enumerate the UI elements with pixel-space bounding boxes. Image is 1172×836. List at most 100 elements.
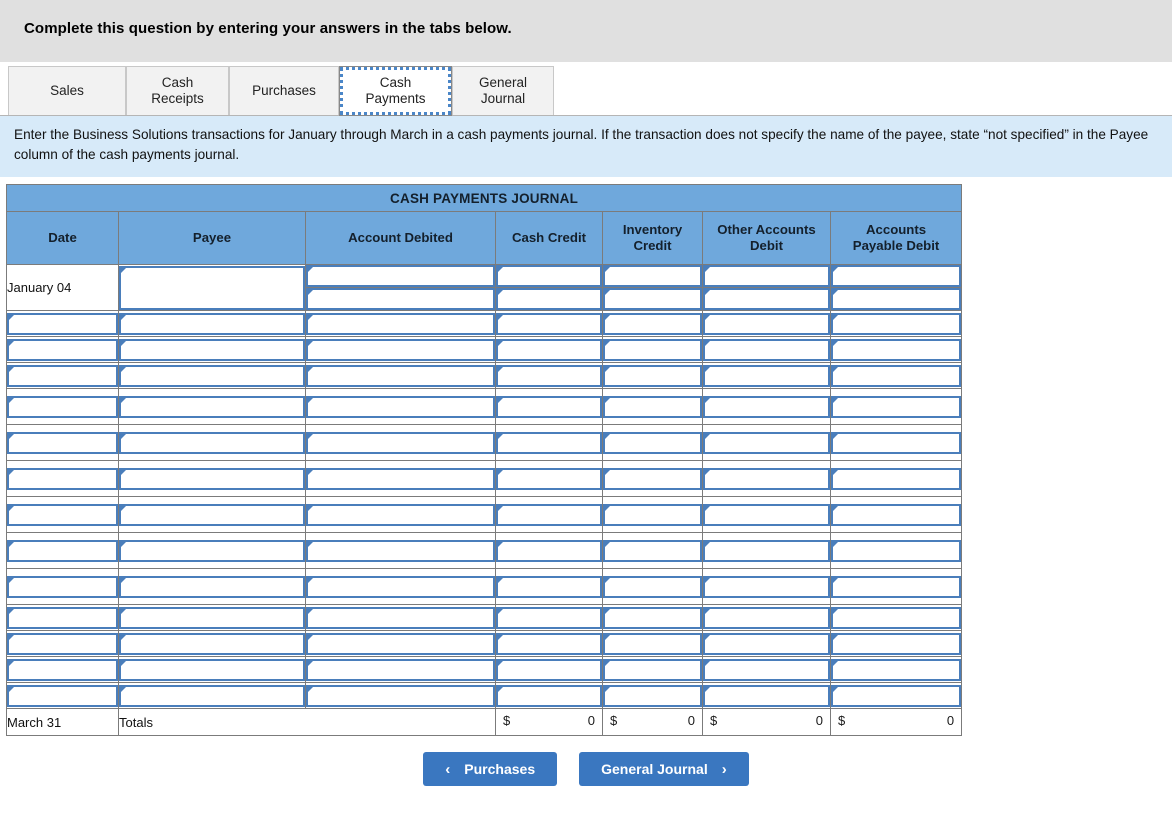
journal-input[interactable] <box>831 312 962 335</box>
journal-input-cell[interactable] <box>305 532 496 569</box>
journal-input-cell[interactable] <box>602 362 703 389</box>
journal-input-cell[interactable] <box>118 310 306 337</box>
journal-input[interactable] <box>119 658 305 681</box>
journal-input[interactable] <box>496 684 602 707</box>
journal-input-cell[interactable] <box>829 310 963 337</box>
journal-input-cell[interactable] <box>602 336 703 363</box>
journal-input[interactable] <box>703 539 830 562</box>
tab-cash-payments[interactable]: Cash Payments <box>339 66 452 116</box>
journal-input[interactable] <box>7 467 118 490</box>
journal-input[interactable] <box>306 312 495 335</box>
journal-input[interactable] <box>7 364 118 387</box>
journal-input-cell[interactable] <box>602 568 703 605</box>
journal-input[interactable] <box>119 338 305 361</box>
journal-input-cell[interactable] <box>495 460 603 497</box>
journal-input-cell[interactable] <box>495 310 603 337</box>
journal-input-cell[interactable] <box>118 460 306 497</box>
journal-input[interactable] <box>496 265 602 287</box>
journal-input[interactable] <box>603 338 702 361</box>
journal-input-cell[interactable] <box>602 310 703 337</box>
journal-input-cell[interactable] <box>118 388 306 425</box>
journal-input-cell[interactable] <box>829 424 963 461</box>
journal-input-cell[interactable] <box>118 336 306 363</box>
journal-input-cell[interactable] <box>495 388 603 425</box>
next-general-journal-button[interactable]: General Journal › <box>579 752 749 786</box>
journal-input-cell[interactable] <box>829 264 963 288</box>
journal-input[interactable] <box>306 658 495 681</box>
journal-input-cell[interactable] <box>829 568 963 605</box>
journal-input[interactable] <box>603 684 702 707</box>
journal-input-cell[interactable] <box>829 656 963 683</box>
journal-input[interactable] <box>703 503 830 526</box>
journal-input-cell[interactable] <box>702 682 831 709</box>
journal-input[interactable] <box>831 395 962 418</box>
journal-input-cell[interactable] <box>305 496 496 533</box>
journal-input[interactable] <box>496 632 602 655</box>
journal-input-cell[interactable] <box>305 682 496 709</box>
journal-input[interactable] <box>7 575 118 598</box>
journal-input-cell[interactable] <box>118 604 306 631</box>
journal-input[interactable] <box>831 632 962 655</box>
journal-input[interactable] <box>119 364 305 387</box>
journal-input-cell[interactable] <box>305 568 496 605</box>
journal-input-cell[interactable] <box>702 424 831 461</box>
journal-input[interactable] <box>603 265 702 287</box>
journal-input-cell[interactable] <box>829 604 963 631</box>
journal-input-cell[interactable] <box>829 336 963 363</box>
journal-input-cell[interactable] <box>702 388 831 425</box>
journal-input[interactable] <box>496 338 602 361</box>
journal-input-cell[interactable] <box>305 424 496 461</box>
journal-payee-cell[interactable] <box>118 264 306 311</box>
journal-input[interactable] <box>831 338 962 361</box>
journal-input[interactable] <box>119 395 305 418</box>
journal-input[interactable] <box>703 467 830 490</box>
journal-input-cell[interactable] <box>305 388 496 425</box>
journal-input[interactable] <box>496 503 602 526</box>
journal-input[interactable] <box>831 606 962 629</box>
journal-input-cell[interactable] <box>6 496 119 533</box>
journal-input-cell[interactable] <box>702 604 831 631</box>
journal-input-cell[interactable] <box>495 424 603 461</box>
journal-input[interactable] <box>7 431 118 454</box>
journal-input-cell[interactable] <box>305 460 496 497</box>
journal-input[interactable] <box>7 503 118 526</box>
journal-input[interactable] <box>703 288 830 310</box>
journal-input-cell[interactable] <box>305 656 496 683</box>
journal-input-cell[interactable] <box>829 496 963 533</box>
journal-input[interactable] <box>119 539 305 562</box>
journal-input[interactable] <box>7 338 118 361</box>
journal-input[interactable] <box>306 265 495 287</box>
journal-input[interactable] <box>306 575 495 598</box>
journal-input-cell[interactable] <box>305 336 496 363</box>
journal-input[interactable] <box>496 288 602 310</box>
journal-input[interactable] <box>831 364 962 387</box>
journal-input[interactable] <box>831 658 962 681</box>
journal-input-cell[interactable] <box>6 424 119 461</box>
journal-input-cell[interactable] <box>602 532 703 569</box>
journal-input-cell[interactable] <box>829 362 963 389</box>
journal-input[interactable] <box>603 606 702 629</box>
journal-input[interactable] <box>603 431 702 454</box>
journal-input[interactable] <box>306 288 495 310</box>
journal-input[interactable] <box>703 265 830 287</box>
journal-input[interactable] <box>7 395 118 418</box>
journal-input-cell[interactable] <box>495 568 603 605</box>
journal-input-cell[interactable] <box>495 287 603 311</box>
journal-input-cell[interactable] <box>6 310 119 337</box>
journal-input-cell[interactable] <box>118 568 306 605</box>
journal-input[interactable] <box>831 503 962 526</box>
journal-input-cell[interactable] <box>6 682 119 709</box>
journal-input[interactable] <box>496 658 602 681</box>
journal-input-cell[interactable] <box>495 656 603 683</box>
journal-input-cell[interactable] <box>702 630 831 657</box>
journal-input-cell[interactable] <box>118 424 306 461</box>
journal-input-cell[interactable] <box>6 604 119 631</box>
journal-input[interactable] <box>703 632 830 655</box>
journal-input[interactable] <box>831 288 962 310</box>
journal-input[interactable] <box>306 539 495 562</box>
prev-purchases-button[interactable]: ‹ Purchases <box>423 752 558 786</box>
journal-input-cell[interactable] <box>829 630 963 657</box>
journal-input-cell[interactable] <box>829 532 963 569</box>
journal-input[interactable] <box>603 312 702 335</box>
journal-input-cell[interactable] <box>602 460 703 497</box>
